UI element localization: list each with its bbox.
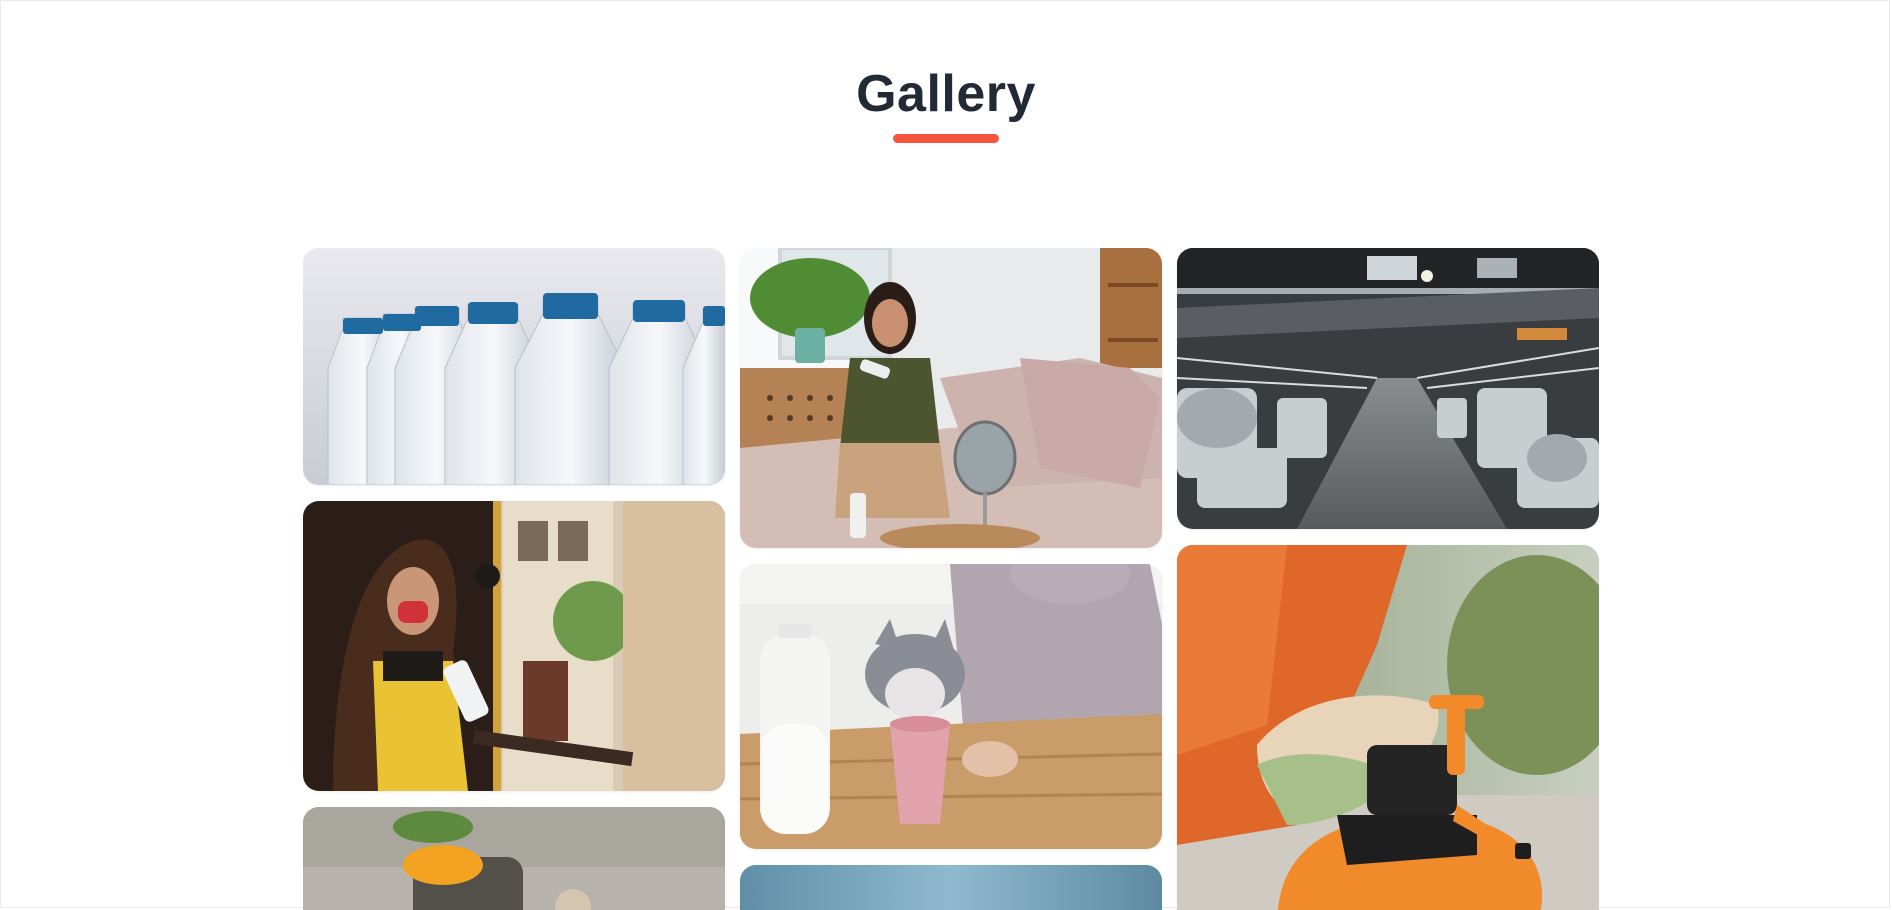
gallery-column-3 [1177,248,1599,910]
orange-sprayer-image [1177,545,1599,910]
gallery-column-1 [303,248,725,910]
gallery-image-woman-sofa[interactable] [740,248,1162,548]
woman-sofa-image [740,248,1162,548]
gallery-grid [303,248,1599,910]
gallery-image-factory[interactable] [1177,248,1599,529]
factory-image [1177,248,1599,529]
gallery-image-woman-mask[interactable] [303,501,725,791]
woman-mask-image [303,501,725,791]
gallery-header: Gallery [0,62,1892,143]
gallery-column-2 [740,248,1162,910]
cat-milk-image [740,564,1162,849]
gallery-image-orange-sprayer[interactable] [1177,545,1599,910]
gallery-image-spray-jar[interactable] [303,807,725,910]
gallery-image-water-bottles[interactable] [303,248,725,485]
gallery-image-blue-backdrop[interactable] [740,865,1162,910]
blue-backdrop-image [740,865,1162,910]
title-underline [893,134,999,143]
spray-jar-image [303,807,725,910]
gallery-image-cat-milk[interactable] [740,564,1162,849]
water-bottles-image [303,248,725,485]
page-title: Gallery [856,65,1036,123]
